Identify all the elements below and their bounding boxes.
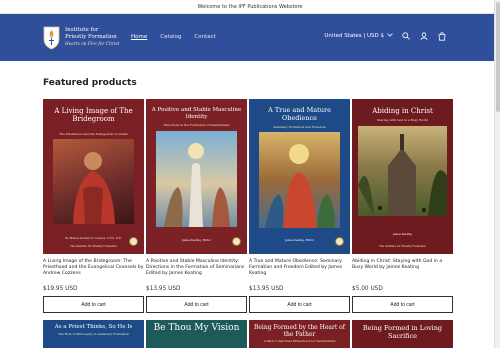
- product-card[interactable]: Abiding in Christ Staying with God in a …: [352, 99, 453, 313]
- main-nav: Home Catalog Contact: [131, 34, 216, 40]
- logo-tagline: Hearts on Fire for Christ: [65, 41, 120, 47]
- header-tools: United States | USD $: [324, 31, 447, 41]
- cover-subtitle: Staying with God in a Busy World: [376, 118, 429, 122]
- product-title[interactable]: A Positive and Stable Masculine Identity…: [146, 259, 247, 283]
- cover-subtitle: The Priesthood and the Evangelical Couns…: [59, 132, 128, 136]
- cover-art: [259, 132, 340, 228]
- product-cover-image[interactable]: Abiding in Christ Staying with God in a …: [352, 99, 453, 254]
- product-title[interactable]: Abiding in Christ: Staying with God in a…: [352, 259, 453, 283]
- cover-author: James Keating: [393, 233, 412, 236]
- cover-author: James Keating, Editor: [182, 239, 211, 242]
- nav-home[interactable]: Home: [131, 34, 147, 40]
- cover-art: [358, 126, 447, 216]
- region-label: United States | USD $: [324, 33, 384, 39]
- page-scrollbar[interactable]: [494, 0, 500, 348]
- product-cover-image[interactable]: As a Priest Thinks, So He Is The Role of…: [43, 320, 144, 348]
- cover-author: By Bishop Andrew H. Cozzens, S.T.D., D.D…: [65, 237, 122, 240]
- cover-publisher: The Institute for Priestly Formation: [70, 245, 117, 248]
- nav-catalog[interactable]: Catalog: [160, 34, 181, 40]
- site-header: Institute for Priestly Formation Hearts …: [0, 14, 494, 61]
- logo-line-2: Priestly Formation: [65, 33, 117, 40]
- cover-title: A Positive and Stable Masculine Identity: [151, 107, 242, 120]
- product-price: $5.00 USD: [352, 286, 383, 292]
- add-to-cart-button[interactable]: Add to cart: [43, 296, 144, 313]
- product-card[interactable]: A Living Image of The Bridegroom The Pri…: [43, 99, 144, 313]
- publisher-seal-icon: [129, 237, 138, 246]
- cover-title: A Living Image of The Bridegroom: [54, 107, 133, 123]
- product-cover-image[interactable]: Being Formed in Loving Sacrifice: [352, 320, 453, 348]
- logo-crest-icon: [43, 24, 60, 50]
- account-icon[interactable]: [419, 31, 429, 41]
- cover-art: [53, 139, 134, 224]
- product-cover-image[interactable]: Being Formed by the Heart of the Father …: [249, 320, 350, 348]
- cover-title: As a Priest Thinks, So He Is: [54, 324, 133, 330]
- region-selector[interactable]: United States | USD $: [324, 33, 393, 39]
- chevron-down-icon: [387, 33, 393, 39]
- cover-title: Being Formed by the Heart of the Father: [253, 324, 346, 338]
- cover-subtitle: Directions in the Formation of Seminaria…: [163, 123, 230, 127]
- section-title: Featured products: [43, 78, 137, 88]
- announcement-bar: Welcome to the IPF Publications Webstore: [0, 0, 500, 14]
- cart-icon[interactable]: [437, 31, 447, 41]
- cover-title: Being Formed in Loving Sacrifice: [362, 324, 443, 340]
- cover-author: James Keating, Editor: [285, 239, 314, 242]
- product-price: $13.95 USD: [146, 286, 181, 292]
- cover-subtitle: A Path to Spiritual Fatherhood for Semin…: [263, 339, 336, 343]
- cover-publisher: The Institute for Priestly Formation: [379, 245, 426, 248]
- product-card[interactable]: A Positive and Stable Masculine Identity…: [146, 99, 247, 313]
- product-card[interactable]: A True and Mature Obedience Seminary For…: [249, 99, 350, 313]
- cover-title: Be Thou My Vision: [153, 323, 240, 333]
- add-to-cart-button[interactable]: Add to cart: [146, 296, 247, 313]
- search-icon[interactable]: [401, 31, 411, 41]
- product-cover-image[interactable]: Be Thou My Vision: [146, 320, 247, 348]
- product-price: $13.95 USD: [249, 286, 284, 292]
- scrollbar-thumb[interactable]: [496, 2, 500, 112]
- nav-contact[interactable]: Contact: [194, 34, 215, 40]
- product-title[interactable]: A True and Mature Obedience: Seminary Fo…: [249, 259, 350, 283]
- publisher-seal-icon: [335, 237, 344, 246]
- add-to-cart-button[interactable]: Add to cart: [352, 296, 453, 313]
- add-to-cart-button[interactable]: Add to cart: [249, 296, 350, 313]
- cover-subtitle: The Role of Philosophy in Seminary Forma…: [58, 332, 129, 336]
- product-title[interactable]: A Living Image of the Bridegroom: The Pr…: [43, 259, 144, 283]
- cover-title: A True and Mature Obedience: [268, 106, 331, 122]
- logo-line-1: Institute for: [65, 26, 99, 33]
- cover-art: [156, 131, 237, 227]
- site-logo[interactable]: Institute for Priestly Formation Hearts …: [43, 24, 119, 50]
- product-cover-image[interactable]: A True and Mature Obedience Seminary For…: [249, 99, 350, 254]
- publisher-seal-icon: [232, 237, 241, 246]
- cover-title: Abiding in Christ: [372, 107, 433, 115]
- product-price: $19.95 USD: [43, 286, 78, 292]
- announcement-text: Welcome to the IPF Publications Webstore: [197, 3, 303, 10]
- cover-subtitle: Seminary Formation and Freedom: [273, 125, 326, 129]
- product-cover-image[interactable]: A Positive and Stable Masculine Identity…: [146, 99, 247, 254]
- product-cover-image[interactable]: A Living Image of The Bridegroom The Pri…: [43, 99, 144, 254]
